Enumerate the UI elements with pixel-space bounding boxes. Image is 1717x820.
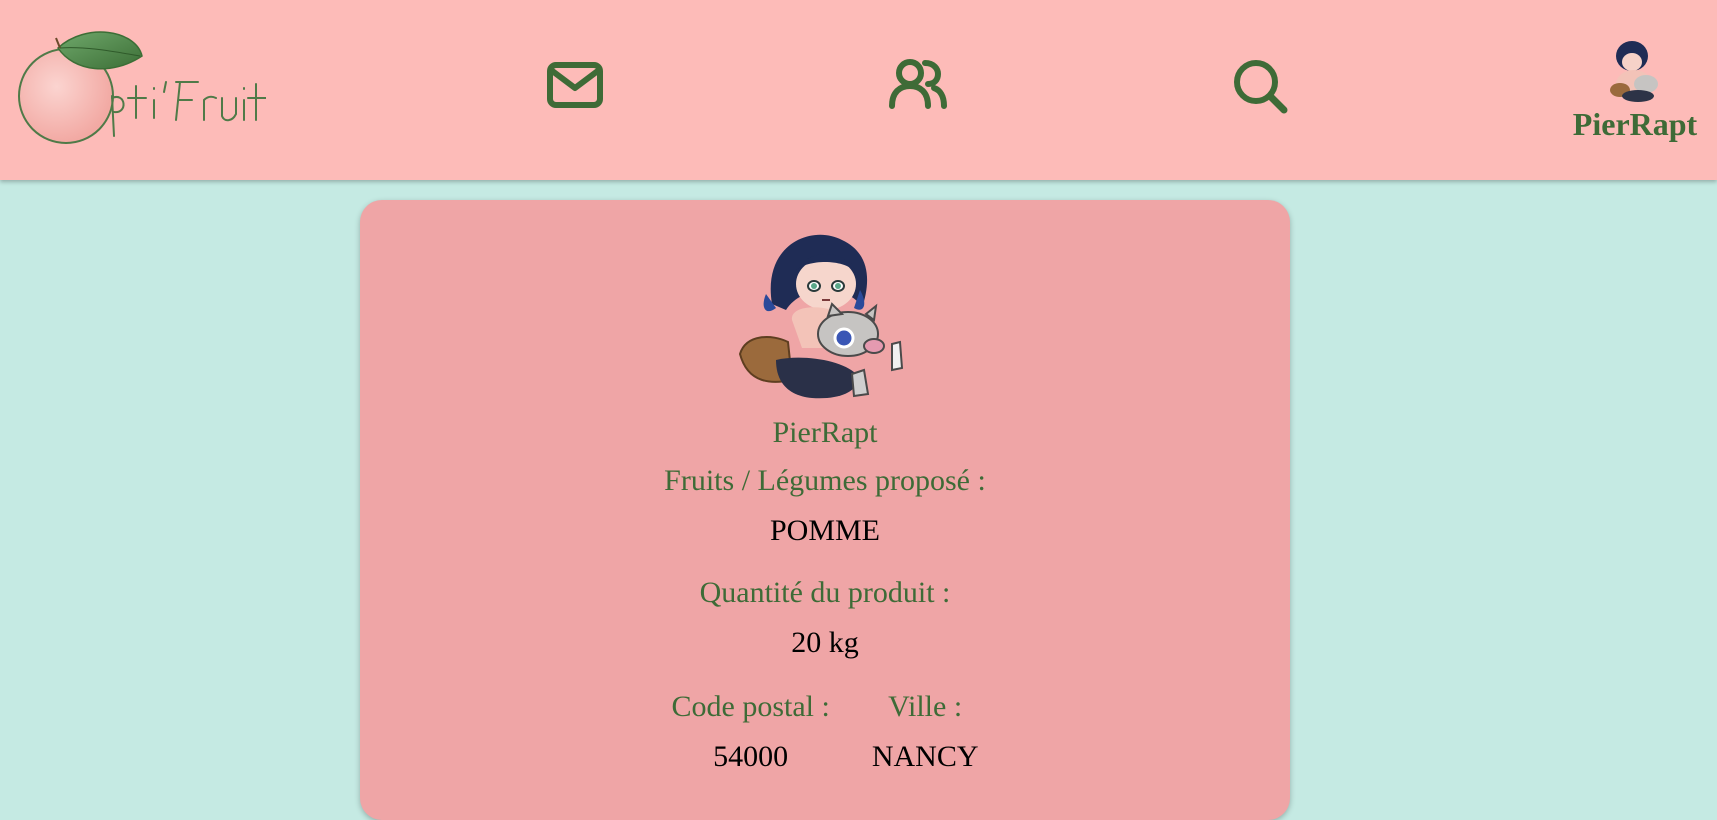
city-group: Ville : NANCY bbox=[872, 690, 979, 774]
postal-code-value: 54000 bbox=[713, 740, 789, 773]
postal-code-label: Code postal : bbox=[671, 690, 830, 723]
user-profile-link[interactable]: PierRapt bbox=[1565, 38, 1705, 143]
city-value: NANCY bbox=[871, 740, 979, 773]
location-row: Code postal : 54000 Ville : NANCY bbox=[360, 690, 1290, 774]
optifruit-logo[interactable] bbox=[16, 26, 266, 148]
products-label: Fruits / Légumes proposé : bbox=[664, 464, 986, 497]
mail-icon bbox=[547, 62, 603, 108]
header-username: PierRapt bbox=[1572, 106, 1698, 142]
profile-avatar bbox=[738, 234, 904, 399]
quantity-label: Quantité du produit : bbox=[699, 576, 951, 609]
top-navigation-bar: PierRapt bbox=[0, 0, 1717, 180]
city-label: Ville : bbox=[888, 690, 963, 723]
friends-nav-button[interactable] bbox=[888, 58, 948, 118]
quantity-value: 20 kg bbox=[791, 626, 859, 659]
users-icon bbox=[889, 59, 947, 109]
profile-card: PierRapt Fruits / Légumes proposé : POMM… bbox=[360, 200, 1290, 820]
search-icon bbox=[1234, 60, 1288, 114]
messages-nav-button[interactable] bbox=[547, 62, 607, 122]
product-value: POMME bbox=[769, 514, 881, 547]
profile-username: PierRapt bbox=[772, 416, 878, 449]
search-nav-button[interactable] bbox=[1232, 58, 1292, 118]
user-avatar bbox=[1610, 41, 1658, 102]
postal-code-group: Code postal : 54000 bbox=[672, 690, 830, 774]
